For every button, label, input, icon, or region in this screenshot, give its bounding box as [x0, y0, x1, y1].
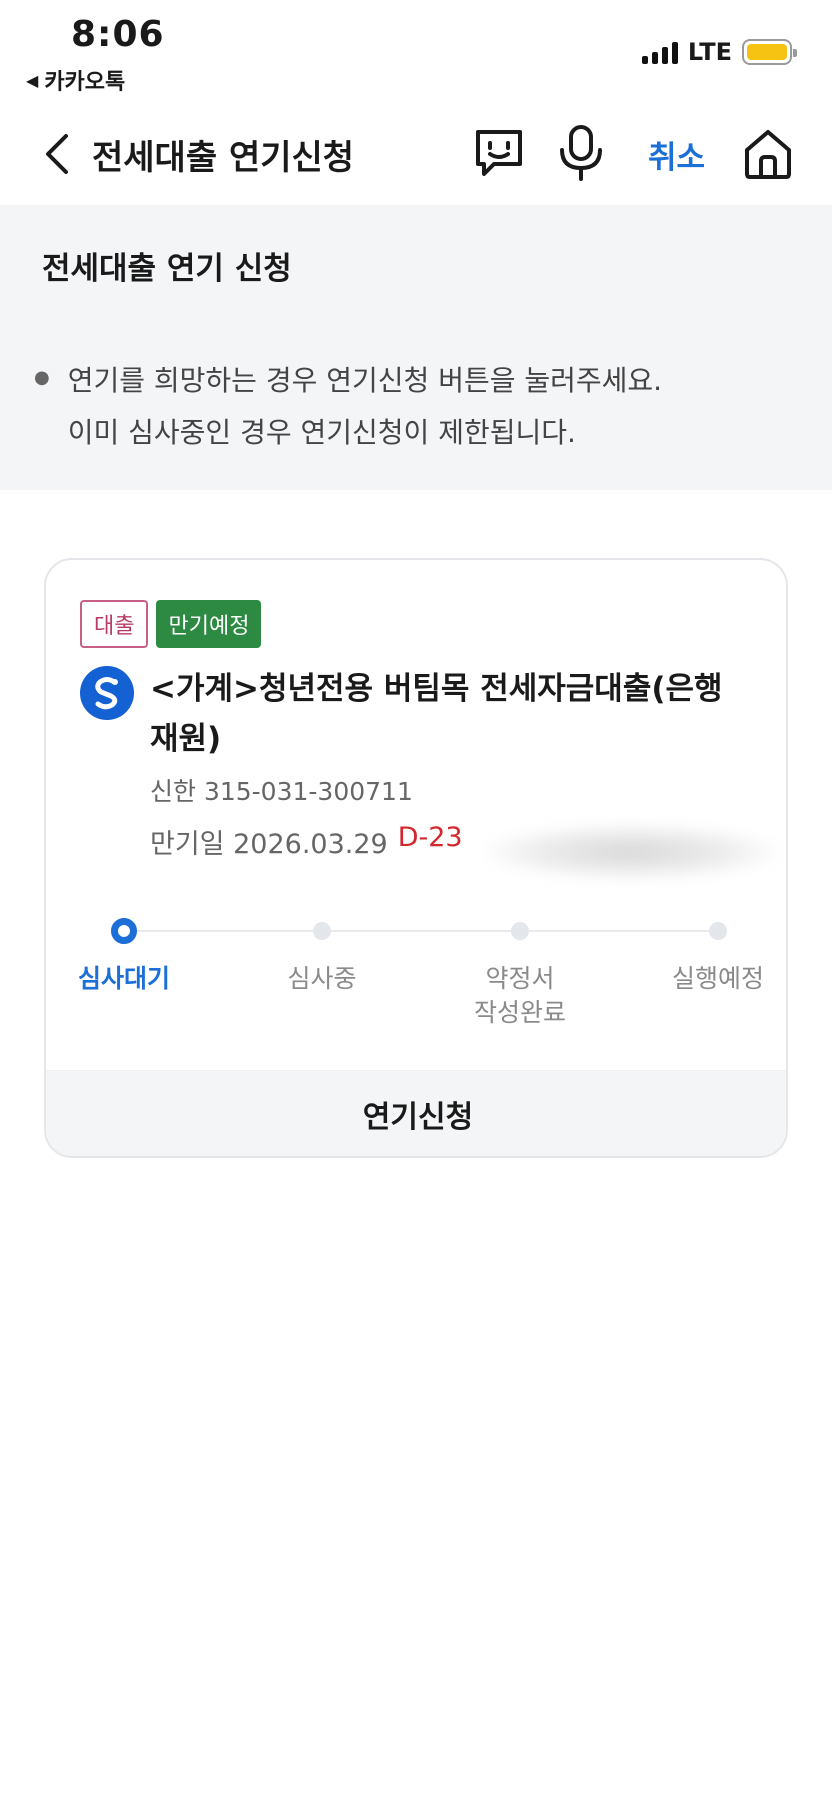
- back-to-app-link[interactable]: ◀ 카카오톡: [26, 64, 125, 96]
- chatbot-icon: [476, 130, 522, 176]
- back-button[interactable]: [38, 128, 74, 180]
- battery-icon: [742, 39, 797, 65]
- cancel-button[interactable]: 취소: [648, 132, 705, 177]
- chevron-left-icon: [46, 134, 68, 174]
- status-bar: 8:06 ◀ 카카오톡 LTE: [0, 0, 832, 100]
- step-execution-scheduled: 실행예정: [618, 920, 786, 996]
- info-section: 전세대출 연기 신청 ● 연기를 희망하는 경우 연기신청 버튼을 눌러주세요.…: [0, 205, 832, 490]
- step-dot: [313, 922, 331, 940]
- section-title: 전세대출 연기 신청: [42, 251, 292, 287]
- voice-input-button[interactable]: [556, 124, 606, 182]
- loan-card: 대출 만기예정 <가계>청년전용 버팀목 전세자금대출(은행재원) 신한 315…: [44, 558, 788, 1158]
- shinhan-bank-logo-icon: [80, 666, 134, 720]
- status-badge: 만기예정: [156, 600, 262, 648]
- product-name: <가계>청년전용 버팀목 전세자금대출(은행재원): [150, 671, 723, 757]
- notice: ● 연기를 희망하는 경우 연기신청 버튼을 눌러주세요. 이미 심사중인 경우…: [34, 355, 794, 459]
- back-app-label: 카카오톡: [44, 70, 126, 95]
- progress-stepper: 심사대기 심사중 약정서 작성완료 실행예정: [46, 918, 786, 1040]
- maturity-date: 만기일 2026.03.29: [150, 829, 388, 860]
- notice-text: 연기를 희망하는 경우 연기신청 버튼을 눌러주세요. 이미 심사중인 경우 연…: [68, 355, 662, 459]
- badge-group: 대출 만기예정: [80, 600, 262, 648]
- chatbot-button[interactable]: [472, 126, 526, 180]
- dday-count: D-23: [397, 822, 463, 853]
- nav-bar: 전세대출 연기신청 취소: [0, 110, 832, 200]
- step-reviewing: 심사중: [222, 920, 422, 996]
- home-icon: [745, 130, 791, 179]
- loan-badge: 대출: [80, 600, 149, 648]
- notice-line: 연기를 희망하는 경우 연기신청 버튼을 눌러주세요.: [67, 364, 663, 397]
- bullet-icon: ●: [34, 367, 50, 388]
- battery-level: [747, 44, 787, 60]
- account-number: 신한 315-031-300711: [150, 777, 413, 806]
- step-label: 심사대기: [77, 964, 170, 993]
- step-label: 심사중: [287, 964, 357, 993]
- status-indicators: LTE: [641, 38, 797, 66]
- step-contract-complete: 약정서 작성완료: [420, 920, 620, 1030]
- microphone-icon: [560, 125, 602, 181]
- signal-icon: [641, 40, 678, 64]
- network-label: LTE: [687, 38, 732, 66]
- page-title: 전세대출 연기신청: [92, 138, 355, 178]
- maturity-row: 만기일 2026.03.29 D-23: [150, 822, 463, 861]
- step-dot: [709, 922, 727, 940]
- back-triangle-icon: ◀: [26, 70, 39, 90]
- step-dot: [111, 918, 137, 944]
- blurred-amount: [486, 824, 776, 880]
- extension-request-button[interactable]: 연기신청: [46, 1070, 786, 1156]
- step-dot: [511, 922, 529, 940]
- notice-line: 이미 심사중인 경우 연기신청이 제한됩니다.: [67, 416, 576, 449]
- step-label: 실행예정: [671, 964, 764, 993]
- bank-s-mark-icon: [95, 677, 118, 710]
- status-time: 8:06: [71, 14, 165, 55]
- step-label: 약정서 작성완료: [473, 964, 566, 1027]
- home-button[interactable]: [740, 126, 796, 182]
- step-review-waiting: 심사대기: [46, 918, 224, 996]
